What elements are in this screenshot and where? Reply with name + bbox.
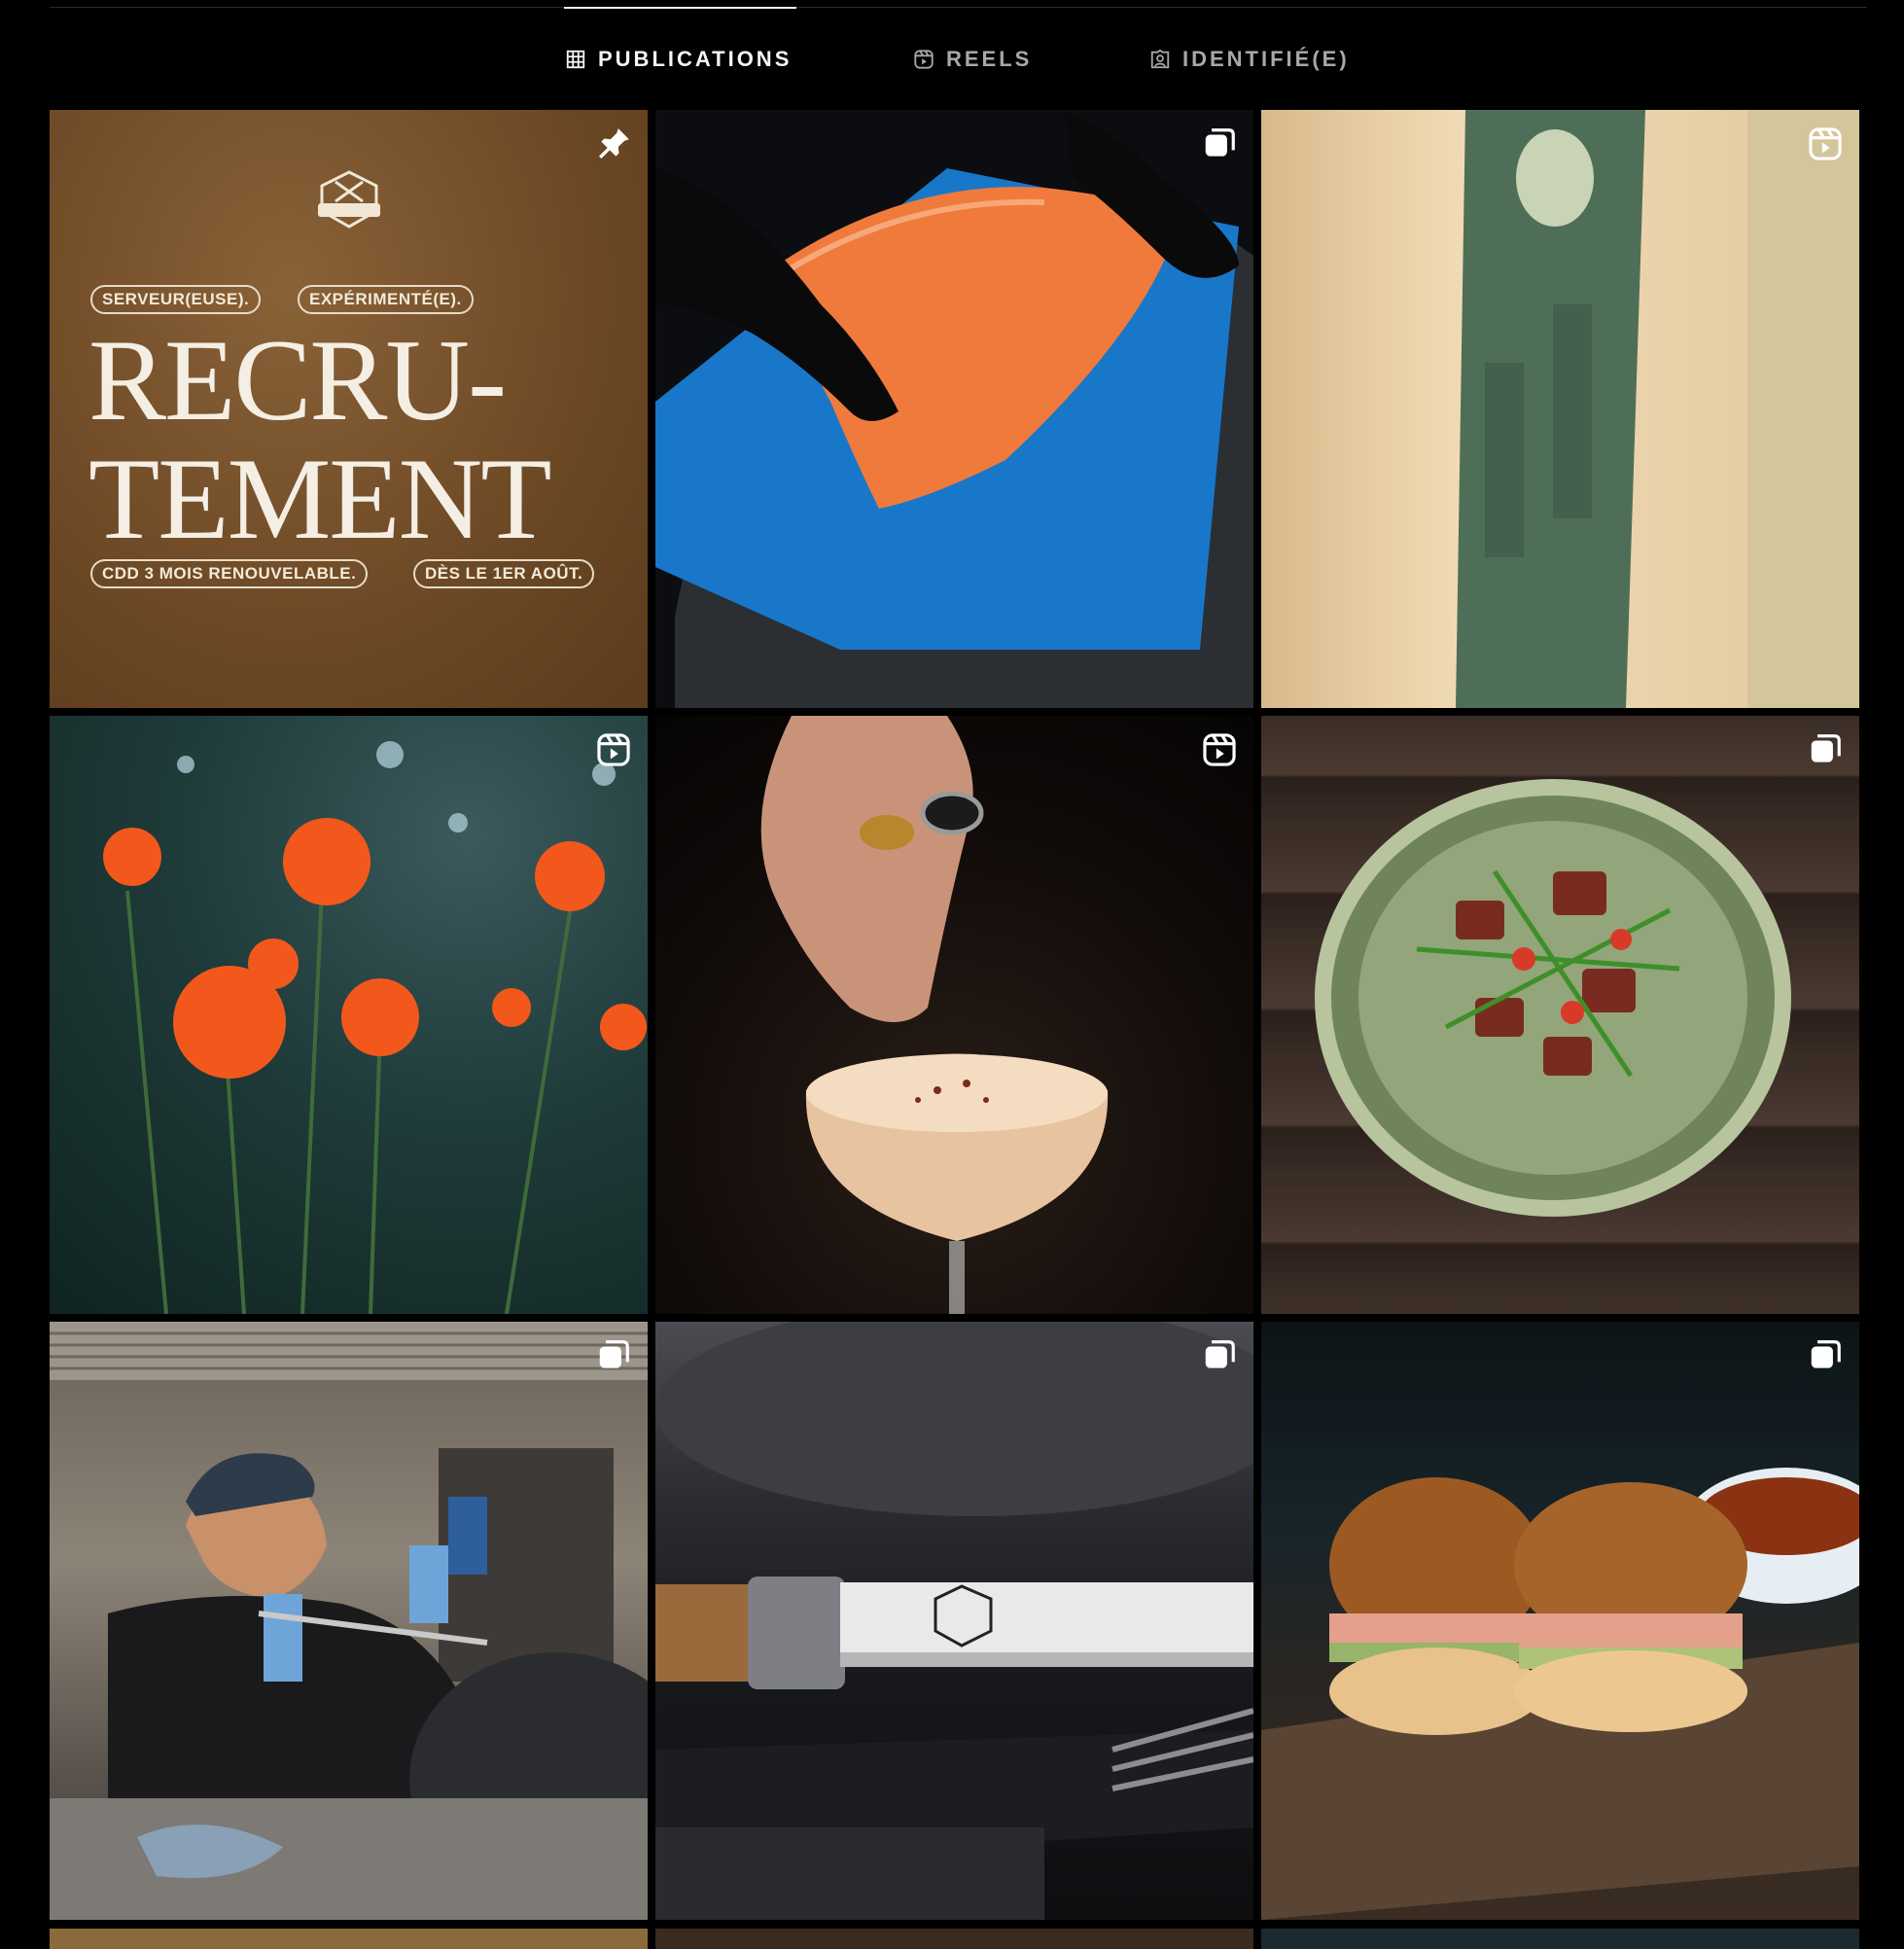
- post-tile-plate[interactable]: [1261, 716, 1859, 1314]
- poster-tag-serveur: SERVEUR(EUSE).: [90, 285, 262, 314]
- post-tile-chef[interactable]: [50, 1322, 648, 1920]
- tabs-divider: [50, 7, 1867, 8]
- tab-tagged[interactable]: IDENTIFIÉ(E): [1149, 45, 1350, 74]
- carousel-icon: [599, 1340, 629, 1368]
- post-tile-flowers[interactable]: [50, 716, 648, 1314]
- active-tab-indicator: [564, 7, 796, 9]
- recruitment-poster: SERVEUR(EUSE). EXPÉRIMENTÉ(E). RECRU- TE…: [50, 110, 648, 708]
- reel-icon: [1809, 127, 1842, 160]
- carousel-icon: [1205, 128, 1235, 157]
- next-row-tile-1[interactable]: [50, 1929, 648, 1949]
- tagged-icon: [1150, 49, 1170, 69]
- next-row-tile-3[interactable]: [1261, 1929, 1859, 1949]
- next-row-tile-2[interactable]: [655, 1929, 1253, 1949]
- pin-icon: [598, 128, 629, 159]
- poster-tag-cdd: CDD 3 MOIS RENOUVELABLE.: [90, 559, 369, 588]
- post-tile-truite-fleurie[interactable]: [1261, 110, 1859, 708]
- grid-icon: [566, 50, 585, 69]
- post-tile-knife[interactable]: [655, 1322, 1253, 1920]
- poster-title-line-1: RECRU-: [88, 315, 507, 444]
- tab-tagged-label: IDENTIFIÉ(E): [1182, 47, 1350, 71]
- carousel-icon: [1811, 1340, 1841, 1368]
- poster-title-line-2: TEMENT: [88, 434, 552, 563]
- tab-publications-label: PUBLICATIONS: [598, 47, 793, 71]
- poster-tag-date: DÈS LE 1ER AOÛT.: [413, 559, 595, 588]
- tab-publications[interactable]: PUBLICATIONS: [565, 45, 792, 74]
- post-tile-cocktail[interactable]: [655, 716, 1253, 1314]
- reel-icon: [597, 733, 630, 766]
- knife-photo: [655, 1322, 1253, 1920]
- poster-tag-experimente: EXPÉRIMENTÉ(E).: [298, 285, 474, 314]
- salmon-photo: [655, 110, 1253, 708]
- post-tile-recrutement[interactable]: SERVEUR(EUSE). EXPÉRIMENTÉ(E). RECRU- TE…: [50, 110, 648, 708]
- burgers-photo: [1261, 1468, 1859, 1920]
- reels-icon: [914, 50, 934, 69]
- post-tile-burgers[interactable]: [1261, 1322, 1859, 1920]
- flowers-photo: [103, 741, 647, 1314]
- profile-tabs: PUBLICATIONS REELS IDENTIFIÉ(E): [0, 45, 1904, 74]
- les-planches-logo: [318, 170, 380, 229]
- plate-photo: [1315, 779, 1791, 1217]
- post-tile-salmon[interactable]: [655, 110, 1253, 708]
- tab-reels[interactable]: REELS: [913, 45, 1032, 74]
- reel-icon: [1203, 733, 1236, 766]
- tab-reels-label: REELS: [946, 47, 1033, 71]
- carousel-icon: [1205, 1340, 1235, 1368]
- carousel-icon: [1811, 734, 1841, 762]
- truite-package-photo: [1456, 110, 1859, 708]
- chef-photo: [50, 1322, 648, 1920]
- cocktail-photo: [760, 716, 1109, 1314]
